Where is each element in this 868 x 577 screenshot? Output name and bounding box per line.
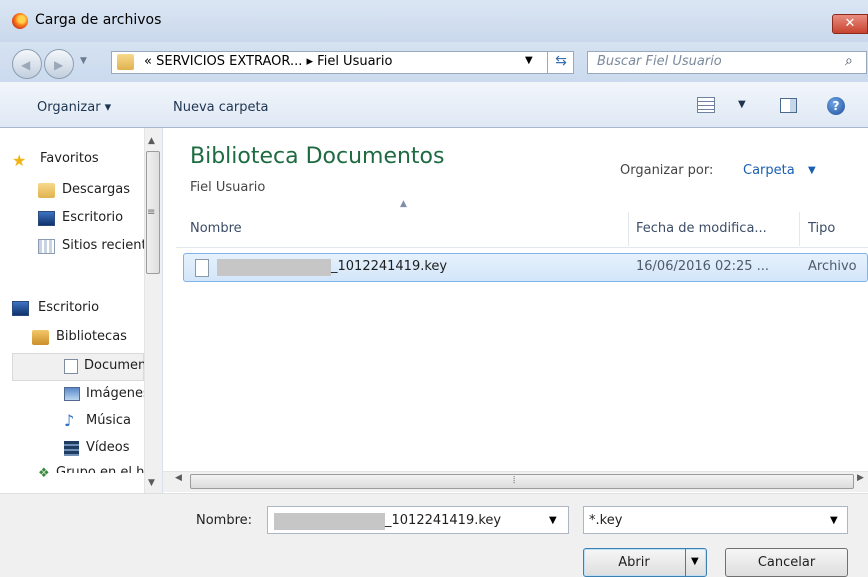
sidebar-item-bibliotecas[interactable]: Bibliotecas bbox=[56, 329, 144, 344]
file-date: 16/06/2016 02:25 ... bbox=[636, 259, 770, 274]
documents-icon bbox=[64, 359, 78, 374]
scroll-down-icon[interactable]: ▼ bbox=[148, 478, 155, 488]
column-type[interactable]: Tipo bbox=[808, 221, 835, 236]
address-dropdown-icon[interactable]: ▼ bbox=[525, 55, 533, 66]
open-button[interactable]: Abrir bbox=[583, 548, 707, 577]
firefox-icon bbox=[12, 13, 28, 29]
close-button[interactable]: ✕ bbox=[832, 14, 868, 34]
window-title: Carga de archivos bbox=[35, 12, 162, 28]
forward-arrow-icon: ▶ bbox=[54, 58, 64, 72]
column-divider[interactable] bbox=[799, 212, 800, 246]
sidebar-item-descargas[interactable]: Descargas bbox=[62, 182, 144, 197]
desktop-icon bbox=[12, 301, 29, 316]
sidebar-item-grupo-hogar[interactable]: Grupo en el hogar bbox=[56, 465, 144, 473]
open-split-divider bbox=[685, 549, 686, 576]
arrange-by-label: Organizar por: bbox=[620, 163, 714, 178]
file-type: Archivo bbox=[808, 259, 857, 274]
sidebar-item-videos[interactable]: Vídeos bbox=[86, 440, 144, 455]
horizontal-scroll-thumb[interactable] bbox=[190, 474, 854, 489]
recent-places-icon bbox=[38, 239, 55, 254]
breadcrumb-separator-icon[interactable]: ▸ bbox=[307, 54, 314, 69]
file-icon bbox=[195, 259, 209, 277]
library-subtitle: Fiel Usuario bbox=[190, 180, 266, 195]
star-icon: ★ bbox=[12, 151, 27, 170]
pictures-icon bbox=[64, 387, 80, 401]
file-name-label: Nombre: bbox=[196, 513, 253, 528]
sidebar-item-documentos[interactable]: Documentos bbox=[84, 358, 144, 373]
file-list-area bbox=[163, 128, 868, 493]
sort-ascending-icon: ▲ bbox=[400, 199, 407, 209]
cancel-button[interactable]: Cancelar bbox=[725, 548, 848, 577]
refresh-button[interactable]: ⇆ bbox=[547, 51, 574, 74]
sidebar-item-sitios-recientes[interactable]: Sitios recientes bbox=[62, 238, 144, 253]
column-divider[interactable] bbox=[628, 212, 629, 246]
redacted-filename bbox=[274, 513, 385, 530]
new-folder-button[interactable]: Nueva carpeta bbox=[173, 100, 269, 115]
history-dropdown-icon[interactable]: ▼ bbox=[80, 56, 87, 66]
organize-button[interactable]: Organizar ▾ bbox=[37, 100, 111, 115]
search-icon[interactable]: ⌕ bbox=[845, 53, 853, 69]
view-dropdown-icon[interactable]: ▼ bbox=[738, 99, 746, 110]
libraries-icon bbox=[32, 330, 49, 345]
homegroup-icon: ❖ bbox=[38, 466, 50, 481]
breadcrumb-fiel-usuario[interactable]: Fiel Usuario bbox=[317, 54, 392, 69]
breadcrumb-overflow[interactable]: « bbox=[144, 54, 152, 69]
folder-icon bbox=[117, 54, 134, 70]
file-name-dropdown-icon[interactable]: ▼ bbox=[549, 515, 557, 526]
breadcrumb: « SERVICIOS EXTRAOR... ▸ Fiel Usuario bbox=[144, 54, 392, 69]
sidebar-item-imagenes[interactable]: Imágenes bbox=[86, 386, 144, 401]
redacted-filename bbox=[217, 259, 331, 276]
search-placeholder: Buscar Fiel Usuario bbox=[597, 54, 722, 69]
arrange-dropdown-icon[interactable]: ▼ bbox=[808, 165, 816, 176]
sidebar-item-musica[interactable]: Música bbox=[86, 413, 144, 428]
scroll-right-icon[interactable]: ▶ bbox=[857, 473, 864, 483]
breadcrumb-servicios[interactable]: SERVICIOS EXTRAOR... bbox=[156, 54, 302, 69]
open-button-label: Abrir bbox=[618, 555, 650, 570]
music-icon: ♪ bbox=[64, 411, 75, 430]
sidebar-item-escritorio-fav[interactable]: Escritorio bbox=[62, 210, 144, 225]
file-type-filter-value: *.key bbox=[589, 513, 623, 528]
file-type-dropdown-icon[interactable]: ▼ bbox=[830, 515, 838, 526]
scroll-left-icon[interactable]: ◀ bbox=[175, 473, 182, 483]
column-date[interactable]: Fecha de modifica... bbox=[636, 221, 767, 236]
scroll-grip-icon: ≡ bbox=[147, 207, 156, 218]
file-type-filter[interactable] bbox=[583, 506, 848, 534]
back-arrow-icon: ◀ bbox=[21, 58, 31, 72]
library-title: Biblioteca Documentos bbox=[190, 144, 445, 169]
open-dropdown-icon[interactable]: ▼ bbox=[691, 556, 699, 567]
column-name[interactable]: Nombre bbox=[190, 221, 242, 236]
file-name: _1012241419.key bbox=[331, 259, 448, 274]
arrange-by-link[interactable]: Carpeta bbox=[743, 163, 795, 178]
desktop-icon bbox=[38, 211, 55, 226]
downloads-folder-icon bbox=[38, 183, 55, 198]
sidebar-item-escritorio[interactable]: Escritorio bbox=[38, 300, 144, 315]
help-icon[interactable]: ? bbox=[827, 97, 845, 115]
videos-icon bbox=[64, 441, 79, 456]
scroll-grip-icon: ⦙ bbox=[513, 475, 516, 486]
scroll-up-icon[interactable]: ▲ bbox=[148, 136, 155, 146]
sidebar-item-favoritos[interactable]: Favoritos bbox=[40, 151, 144, 166]
view-options-icon[interactable] bbox=[697, 97, 715, 113]
file-name-value: _1012241419.key bbox=[385, 513, 502, 528]
preview-pane-icon[interactable] bbox=[780, 98, 797, 113]
